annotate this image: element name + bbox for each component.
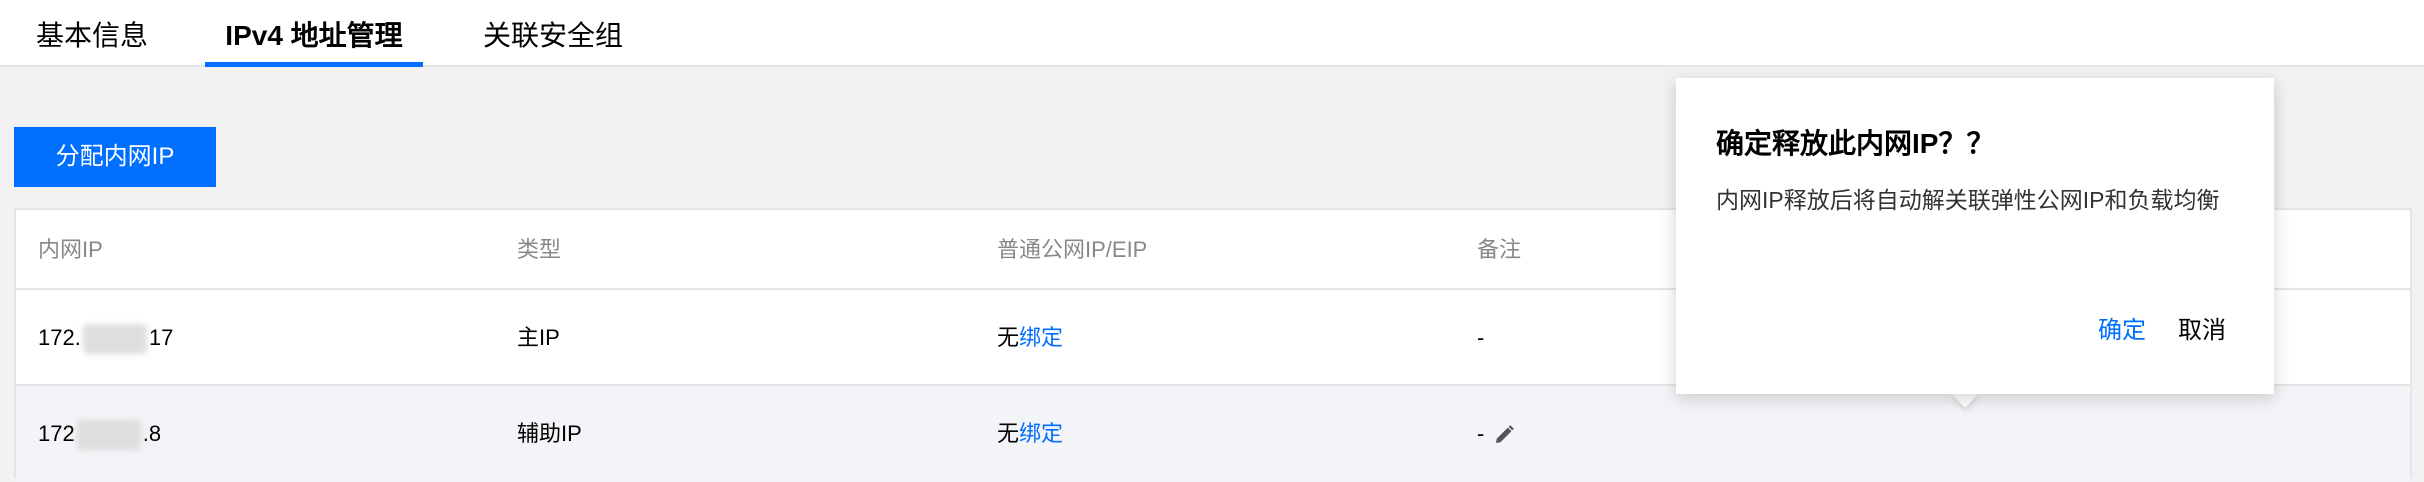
header-note: 备注 <box>1477 237 1522 262</box>
private-ip-cell: 172.8 <box>38 386 161 482</box>
public-ip-none: 无 <box>997 421 1020 446</box>
bind-public-ip-link[interactable]: 绑定 <box>1019 325 1063 350</box>
public-ip-none: 无 <box>997 325 1020 350</box>
confirm-button[interactable]: 确定 <box>2098 310 2146 345</box>
private-ip-cell: 172. 17 <box>38 290 173 386</box>
redacted-ip-segment <box>82 324 147 355</box>
popover-title: 确定释放此内网IP？？ <box>1716 128 1995 159</box>
ip-suffix: .8 <box>142 421 162 446</box>
note-cell: - <box>1477 325 1485 350</box>
cancel-button[interactable]: 取消 <box>2178 310 2226 345</box>
bind-public-ip-link[interactable]: 绑定 <box>1019 421 1063 446</box>
tab-ipv4-management[interactable]: IPv4 地址管理 <box>205 0 423 67</box>
redacted-ip-segment <box>76 420 141 451</box>
tab-bar: 基本信息 IPv4 地址管理 关联安全组 <box>0 0 2424 67</box>
header-type: 类型 <box>517 237 562 262</box>
note-cell: - <box>1477 386 1516 482</box>
release-confirm-popover: 确定释放此内网IP？？ 内网IP释放后将自动解关联弹性公网IP和负载均衡 确定 … <box>1676 78 2274 394</box>
ip-prefix: 172 <box>38 421 75 446</box>
public-ip-cell: 无绑定 <box>997 290 1063 386</box>
public-ip-cell: 无绑定 <box>997 386 1063 482</box>
ip-suffix: 17 <box>148 325 174 350</box>
active-tab-indicator <box>205 62 423 67</box>
ip-type-cell: 辅助IP <box>517 421 582 446</box>
header-private-ip: 内网IP <box>38 237 103 262</box>
pencil-edit-icon[interactable] <box>1492 423 1516 447</box>
popover-message: 内网IP释放后将自动解关联弹性公网IP和负载均衡 <box>1716 187 2220 213</box>
tab-basic-info[interactable]: 基本信息 <box>34 0 150 67</box>
ip-type-cell: 主IP <box>517 325 560 350</box>
header-public-ip: 普通公网IP/EIP <box>997 237 1148 262</box>
note-text: - <box>1477 421 1485 446</box>
table-row: 172.8 辅助IP 无绑定 - <box>16 386 2410 482</box>
tab-security-groups[interactable]: 关联安全组 <box>482 0 624 67</box>
allocate-private-ip-button[interactable]: 分配内网IP <box>14 127 216 187</box>
ip-prefix: 172. <box>38 325 81 350</box>
